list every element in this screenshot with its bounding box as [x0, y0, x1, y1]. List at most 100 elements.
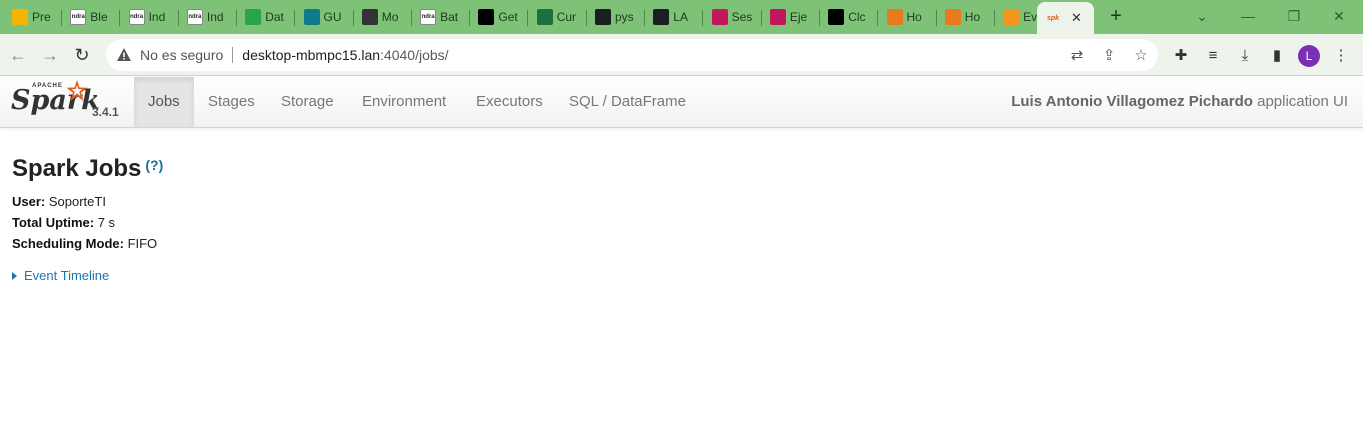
- browser-tab[interactable]: ndra Ind: [123, 4, 179, 30]
- address-bar[interactable]: No es seguro desktop-mbmpc15.lan:4040/jo…: [106, 39, 1158, 71]
- tab-separator: [294, 10, 296, 26]
- browser-tab-label: Ho: [964, 10, 981, 24]
- indra-icon: ndra: [186, 9, 203, 25]
- new-tab-button[interactable]: +: [1104, 6, 1128, 28]
- uptime-label: Total Uptime:: [12, 215, 95, 230]
- nav-environment[interactable]: Environment: [348, 77, 460, 127]
- excel-icon: [536, 9, 553, 25]
- job-summary: User: SoporteTI Total Uptime: 7 s Schedu…: [12, 191, 1342, 254]
- tab-separator: [177, 10, 179, 26]
- extensions-icon[interactable]: ✚: [1171, 46, 1191, 66]
- github-icon: [595, 9, 611, 25]
- browser-tab[interactable]: ndra Ble: [64, 4, 121, 30]
- nav-storage[interactable]: Storage: [267, 77, 348, 127]
- forward-button[interactable]: →: [38, 43, 62, 67]
- browser-tab[interactable]: Mo: [356, 4, 412, 30]
- share-icon[interactable]: ⇪: [1100, 47, 1118, 65]
- browser-tab-label: Ho: [906, 10, 922, 24]
- back-button[interactable]: ←: [6, 43, 30, 67]
- tab-separator: [935, 10, 937, 26]
- browser-tab-label: Ind: [206, 10, 224, 24]
- minimize-button[interactable]: —: [1236, 6, 1260, 26]
- download-icon[interactable]: ⤓: [1235, 46, 1255, 66]
- profile-avatar[interactable]: L: [1298, 45, 1320, 67]
- browser-tab-label: Dat: [265, 10, 284, 24]
- media-queue-icon[interactable]: ≡: [1203, 46, 1223, 66]
- browser-tab[interactable]: Eje: [764, 4, 820, 30]
- browser-tab[interactable]: ndra Bat: [414, 4, 471, 30]
- close-window-button[interactable]: ✕: [1327, 6, 1351, 26]
- spark-version: 3.4.1: [92, 105, 119, 119]
- loading-icon: [944, 9, 961, 25]
- close-tab-icon[interactable]: ✕: [1071, 10, 1082, 26]
- tab-separator: [527, 10, 529, 26]
- browser-tab-label: Mo: [381, 10, 399, 24]
- menu-kebab-icon[interactable]: ⋮: [1331, 46, 1351, 66]
- user-label: User:: [12, 194, 46, 209]
- tab-separator: [119, 10, 121, 26]
- tab-separator: [760, 10, 762, 26]
- main-content: Spark Jobs (?) User: SoporteTI Total Upti…: [12, 155, 1342, 283]
- terminal-icon: [828, 9, 845, 25]
- browser-tab-label: Clc: [848, 10, 866, 24]
- browser-tab[interactable]: Clc: [822, 4, 879, 30]
- browser-tab-label: Get: [498, 10, 518, 24]
- help-link[interactable]: (?): [145, 157, 163, 173]
- spark-logo[interactable]: APACHE Spark 3.4.1: [10, 79, 125, 125]
- browser-tab[interactable]: Pre: [6, 4, 62, 30]
- browser-tab[interactable]: Ses: [706, 4, 762, 30]
- browser-toolbar: ← → ↻ No es seguro desktop-mbmpc15.lan:4…: [0, 34, 1363, 76]
- event-timeline-label: Event Timeline: [24, 268, 110, 283]
- indra-icon: ndra: [420, 9, 437, 25]
- tab-separator: [818, 10, 820, 26]
- spark-navbar: APACHE Spark 3.4.1 Jobs Stages Storage E…: [0, 77, 1363, 128]
- tab-separator: [644, 10, 645, 26]
- medium-icon: [478, 9, 495, 25]
- browser-tab-label: GU: [323, 10, 342, 24]
- browser-tab[interactable]: GU: [298, 4, 354, 30]
- tab-separator: [702, 10, 704, 26]
- bookmark-star-icon[interactable]: ☆: [1132, 47, 1150, 65]
- application-info: Luis Antonio Villagomez Pichardo applica…: [1011, 77, 1348, 127]
- browser-tab-label: Cur: [556, 10, 577, 24]
- play-icon: [769, 9, 786, 25]
- tab-active-spark[interactable]: spk ✕: [1037, 2, 1094, 34]
- tab-search-icon[interactable]: ⌄: [1190, 6, 1214, 26]
- browser-tab[interactable]: Dat: [239, 4, 296, 30]
- nav-executors[interactable]: Executors: [462, 77, 557, 127]
- translate-icon[interactable]: ⇄: [1068, 47, 1086, 65]
- spy-icon: [361, 9, 378, 25]
- browser-tab-label: pys: [615, 10, 634, 24]
- spark-star-icon: [66, 80, 88, 101]
- browser-tabstrip: Pre ndra Ble ndra Ind ndra Ind Dat GU Mo ndra Bat Ge…: [0, 0, 1363, 34]
- nav-sql-dataframe[interactable]: SQL / DataFrame: [555, 77, 700, 127]
- browser-tab[interactable]: Get: [472, 4, 529, 30]
- reload-button[interactable]: ↻: [70, 43, 94, 67]
- browser-tab[interactable]: Cur: [531, 4, 587, 30]
- spark-icon: spk: [1046, 14, 1060, 22]
- scheduling-label: Scheduling Mode:: [12, 236, 124, 251]
- play-icon: [711, 9, 728, 25]
- app-user-name: Luis Antonio Villagomez Pichardo: [1011, 93, 1253, 110]
- moodle-icon: [1003, 9, 1020, 25]
- side-panel-icon[interactable]: ▮: [1267, 46, 1287, 66]
- restore-button[interactable]: ❐: [1282, 6, 1306, 26]
- browser-tab-label: Ind: [148, 10, 166, 24]
- browser-tab[interactable]: ndra Ind: [181, 4, 237, 30]
- security-label[interactable]: No es seguro: [140, 47, 223, 63]
- event-timeline-toggle[interactable]: Event Timeline: [12, 268, 1342, 283]
- browser-tab[interactable]: pys: [589, 4, 645, 30]
- browser-tab-label: Eje: [789, 10, 808, 24]
- nav-jobs[interactable]: Jobs: [134, 77, 194, 127]
- scheduling-value: FIFO: [123, 236, 158, 251]
- nav-stages[interactable]: Stages: [194, 77, 269, 127]
- indra-icon: ndra: [70, 9, 87, 25]
- uptime-row: Total Uptime: 7 s: [12, 212, 1342, 233]
- browser-tab[interactable]: Ho: [939, 4, 995, 30]
- user-value: SoporteTI: [45, 194, 106, 209]
- tab-separator: [993, 10, 995, 26]
- browser-tab[interactable]: LA: [647, 4, 704, 30]
- url-host: desktop-mbmpc15.lan: [242, 47, 381, 63]
- browser-tab[interactable]: Ho: [881, 4, 937, 30]
- browser-tab-label: Ble: [90, 10, 108, 24]
